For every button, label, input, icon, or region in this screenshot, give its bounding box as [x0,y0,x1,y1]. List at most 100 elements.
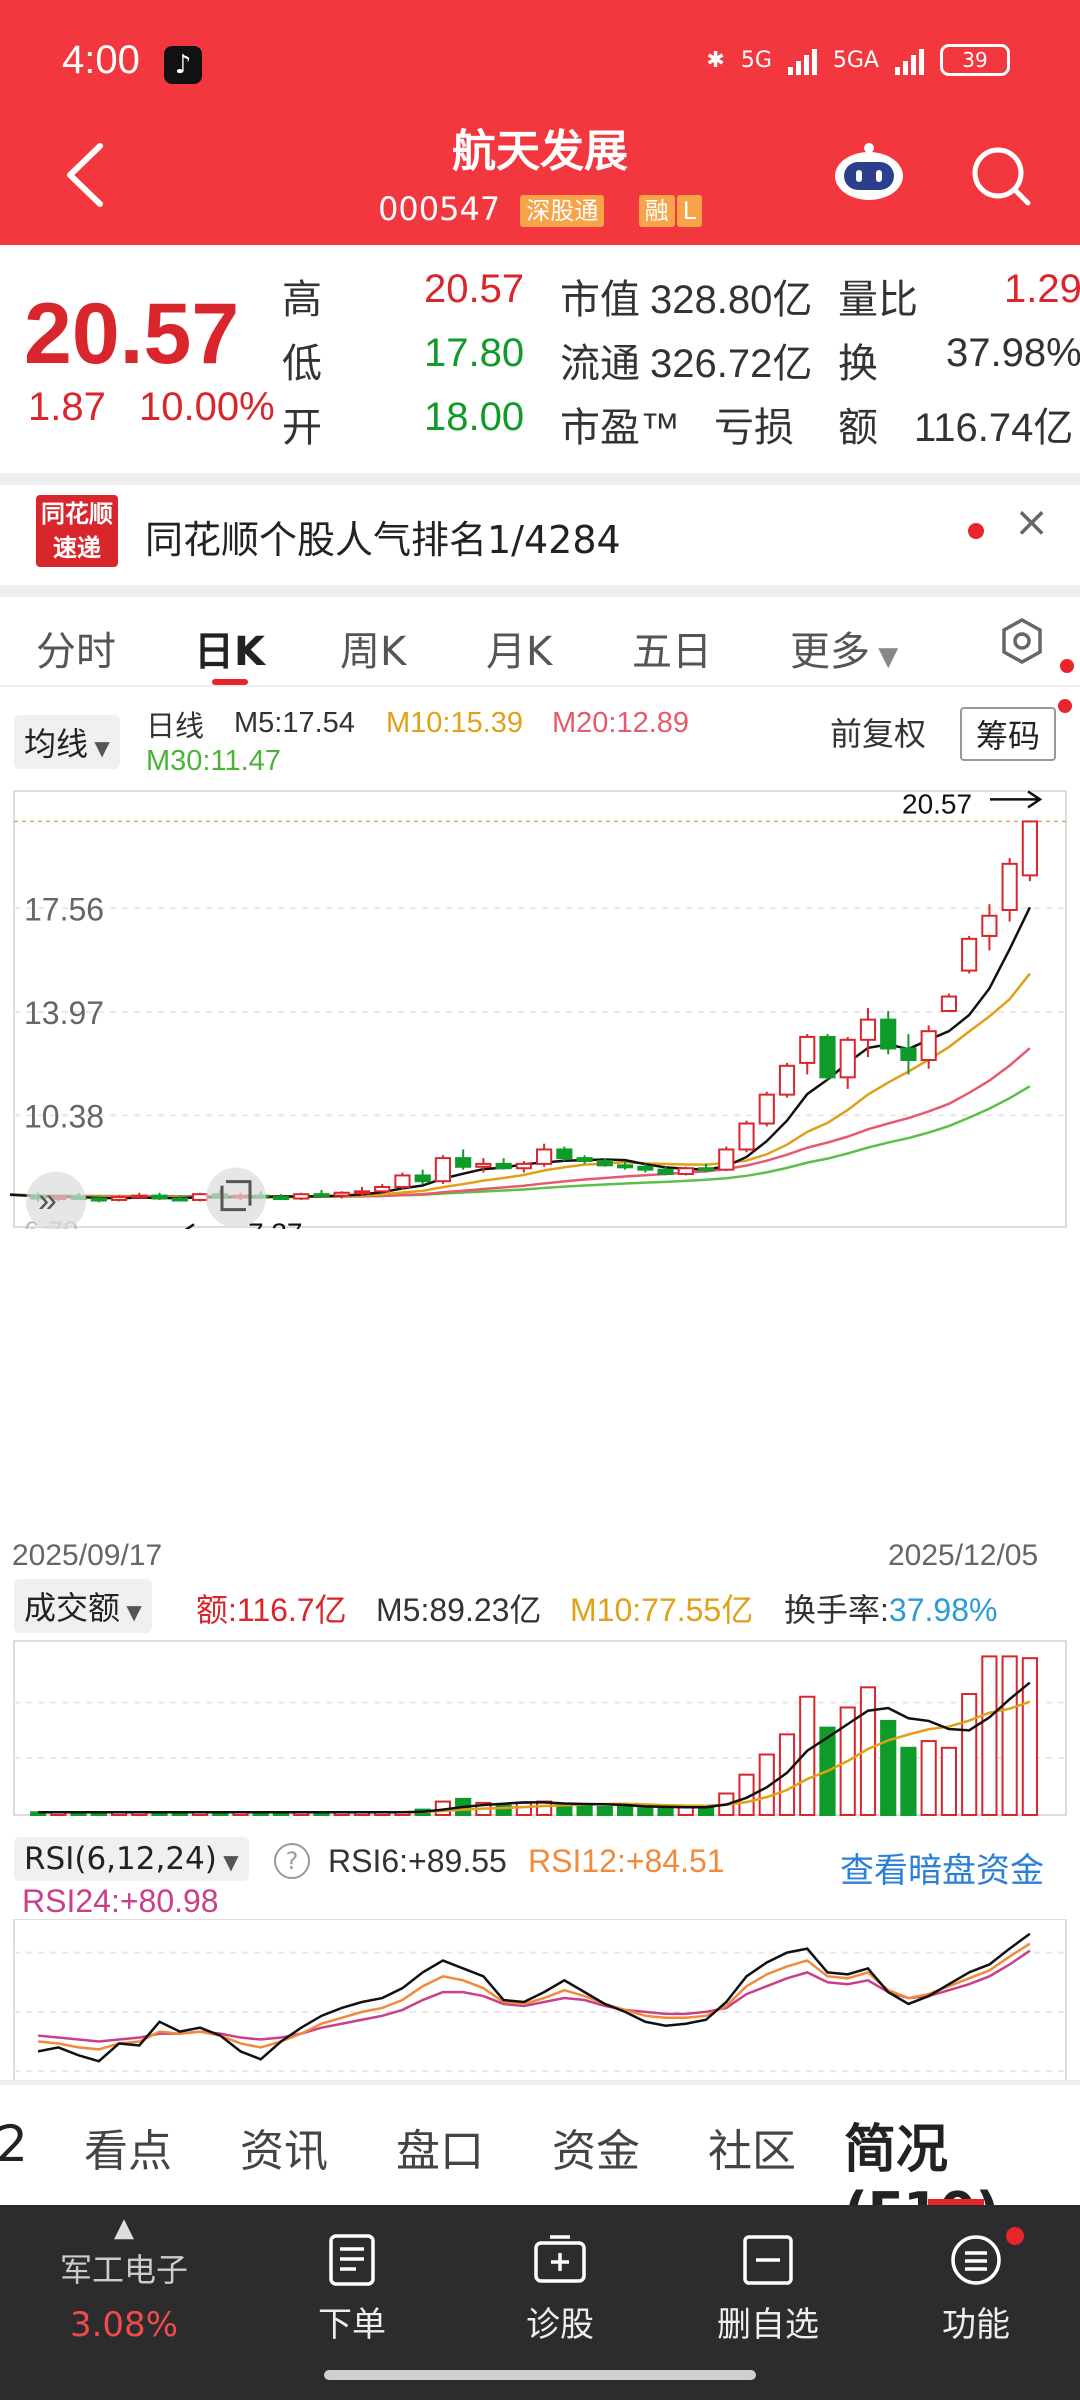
banner-text: 同花顺个股人气排名1/4284 [145,518,621,562]
candle-body [293,1193,310,1200]
tab-community[interactable]: 社区 [708,2115,796,2179]
notification-dot [1058,699,1072,713]
candle-body [495,1162,512,1170]
quote-val-pe: 亏损 [714,406,794,450]
candle [718,1146,735,1172]
candle [556,1146,573,1162]
volume-selector-label: 成交额 [24,1589,121,1627]
candle-body [799,1035,816,1064]
ma-selector[interactable]: 均线 ▼ [14,715,120,769]
order-icon [329,2234,375,2286]
adjust-mode[interactable]: 前复权 [830,709,926,755]
order-label: 下单 [318,2305,386,2345]
current-price: 20.57 [24,286,240,382]
battery-icon: 39 [940,44,1010,76]
tab-cutoff: 2 [0,2115,28,2173]
candle-body [940,995,958,1012]
volume-bar [940,1746,958,1816]
close-icon[interactable]: × [1014,497,1049,546]
menu-icon [951,2235,1001,2285]
bluetooth-icon: ✱ [706,47,725,73]
candle-body [110,1196,128,1201]
candlestick-chart[interactable]: 17.5613.9710.386.7920.577.37» [0,789,1080,1229]
candle-body [657,1168,674,1175]
tab-five-day[interactable]: 五日 [632,619,712,677]
rsi-selector[interactable]: RSI(6,12,24) ▼ [14,1837,249,1881]
chevron-down-icon: ▼ [120,1600,142,1624]
chart-area: 均线 ▼ 日线 M5:17.54 M10:15.39 M20:12.89 M30… [0,689,1080,2089]
diagnose-button[interactable]: 诊股 [480,2233,640,2346]
home-indicator[interactable] [324,2370,756,2380]
candle-body [718,1148,735,1171]
quote-key-mktcap: 市值 [560,278,640,322]
signal-icon-2 [895,45,924,75]
tiktok-icon: ♪ [164,46,202,84]
quote-val-mktcap: 328.80亿 [650,278,813,322]
remove-watchlist-button[interactable]: 删自选 [688,2233,848,2346]
tab-funds[interactable]: 资金 [552,2115,640,2179]
dark-pool-link[interactable]: 查看暗盘资金 [840,1843,1044,1892]
candle-body [677,1167,694,1175]
volume-bar [637,1807,654,1816]
tab-more[interactable]: 更多 ▼ [790,619,898,677]
candle-body [819,1035,836,1079]
candle [576,1155,593,1164]
max-price-label: 20.57 [902,789,972,819]
candle-body [697,1167,715,1172]
robot-assistant-icon[interactable] [832,140,906,204]
order-button[interactable]: 下单 [272,2233,432,2346]
candle [313,1189,330,1198]
search-icon[interactable] [968,143,1032,207]
candle [374,1184,391,1193]
rsi-selector-label: RSI(6,12,24) [24,1841,217,1877]
sector-ticker[interactable]: ▲ 军工电子 3.08% [44,2213,204,2345]
tab-intraday[interactable]: 分时 [36,619,116,677]
candle [293,1192,310,1200]
candle-body [374,1185,391,1193]
candle [434,1155,452,1185]
volume-selector[interactable]: 成交额 ▼ [14,1579,152,1633]
candle-body [616,1164,634,1169]
tab-monthly-k[interactable]: 月K [486,619,552,677]
quote-val-float: 326.72亿 [650,342,813,386]
kline-tabs: 分时 日K 周K 月K 五日 更多 ▼ [0,597,1080,687]
candle-body [981,914,998,937]
candle-body [556,1148,573,1160]
notification-dot [1006,2227,1024,2245]
candle-body [637,1165,654,1171]
candle-body [1021,820,1038,877]
quote-panel: 20.57 1.87 10.00% 高 20.57 市值 328.80亿 量比 … [0,245,1080,485]
candle-body [920,1030,937,1062]
volume-bar [778,1733,796,1816]
tab-daily-k[interactable]: 日K [194,619,265,677]
volume-chart[interactable] [0,1639,1080,1819]
tab-weekly-k[interactable]: 周K [340,619,406,677]
settings-hex-icon[interactable] [998,617,1046,665]
candle [859,1008,877,1058]
ma30-line [9,1085,1031,1198]
volume-bar [596,1805,613,1817]
rsi24-value: RSI24:+80.98 [22,1883,219,1919]
quote-val-volratio: 1.29 [1004,267,1080,311]
candle-body [839,1038,856,1079]
turnover-key: 换手率: [784,1592,889,1628]
chip-distribution-button[interactable]: 筹码 [960,707,1057,761]
ma5-line [9,906,1032,1200]
help-icon[interactable]: ? [274,1843,310,1879]
rsi-chart[interactable] [0,1919,1080,2084]
ma20-value: M20:12.89 [552,707,690,739]
candle-body [171,1197,188,1202]
max-arrow [990,790,1043,809]
candle-body [414,1174,431,1183]
tab-news[interactable]: 资讯 [240,2115,328,2179]
candle-body [859,1018,877,1041]
functions-button[interactable]: 功能 [896,2227,1056,2346]
tab-orderbook[interactable]: 盘口 [396,2115,484,2179]
tab-more-label: 更多 [790,629,870,675]
stock-code: 000547 [378,190,501,228]
tab-highlights[interactable]: 看点 [84,2115,172,2179]
candle-body [455,1157,472,1168]
ma-selector-label: 均线 [24,725,89,763]
popularity-banner[interactable]: 同花顺 速递 同花顺个股人气排名1/4284 × [0,485,1080,585]
candle [536,1143,553,1167]
